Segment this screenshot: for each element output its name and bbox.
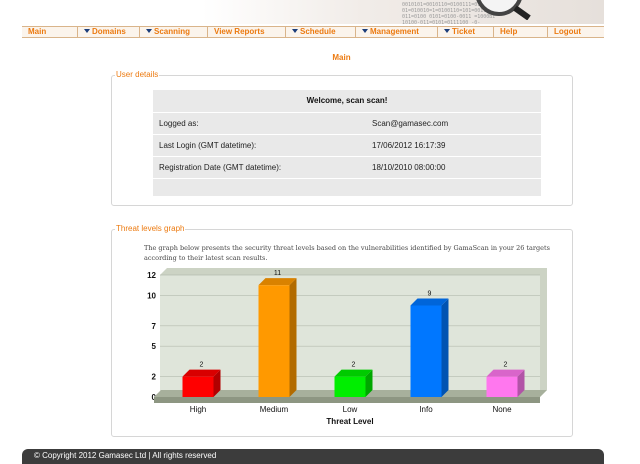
last-login-value: 17/06/2012 16:17:39	[372, 141, 446, 150]
y-tick-label: 2	[152, 373, 157, 382]
user-details-legend: User details	[115, 70, 160, 79]
nav-label: Scanning	[154, 27, 191, 36]
registration-date-value: 18/10/2010 08:00:00	[372, 163, 446, 172]
bar-side	[289, 278, 297, 397]
table-row: Last Login (GMT datetime): 17/06/2012 16…	[153, 134, 541, 156]
x-tick-label: Info	[419, 405, 433, 414]
nav-label: View Reports	[214, 27, 265, 36]
x-axis-title: Threat Level	[326, 417, 373, 426]
footer: © Copyright 2012 Gamasec Ltd | All right…	[22, 449, 604, 464]
threat-level-chart: 025710122High11Medium2Low9Info2NoneThrea…	[147, 268, 547, 426]
bar-value-label: 11	[274, 270, 281, 277]
nav-view-reports[interactable]: View Reports	[208, 27, 286, 37]
registration-date-label: Registration Date (GMT datetime):	[159, 163, 282, 172]
dropdown-arrow-icon	[146, 29, 152, 33]
header-banner: 0010101=0010110=0100111=0101-001 01=01001…	[22, 0, 604, 26]
x-tick-label: Low	[343, 405, 358, 414]
nav-label: Main	[28, 27, 47, 36]
bar	[486, 376, 518, 397]
bar	[258, 285, 290, 397]
user-details-table: Welcome, scan scan! Logged as: Scan@gama…	[153, 90, 541, 196]
dropdown-arrow-icon	[444, 29, 450, 33]
nav-main[interactable]: Main	[22, 27, 78, 37]
y-tick-label: 7	[152, 322, 157, 331]
page-title: Main	[332, 53, 351, 62]
magnifier-icon	[476, 0, 531, 20]
welcome-message: Welcome, scan scan!	[306, 96, 388, 105]
nav-label: Domains	[92, 27, 126, 36]
last-login-label: Last Login (GMT datetime):	[159, 141, 257, 150]
dropdown-arrow-icon	[292, 29, 298, 33]
nav-label: Schedule	[300, 27, 336, 36]
nav-label: Help	[500, 27, 518, 36]
nav-ticket[interactable]: Ticket	[438, 27, 494, 37]
nav-management[interactable]: Management	[356, 27, 438, 37]
bar-value-label: 2	[352, 362, 356, 369]
bar-value-label: 9	[428, 291, 432, 298]
nav-label: Ticket	[452, 27, 475, 36]
logged-as-value: Scan@gamasec.com	[372, 119, 449, 128]
table-row: Logged as: Scan@gamasec.com	[153, 112, 541, 134]
x-tick-label: None	[492, 405, 512, 414]
y-tick-label: 10	[147, 291, 156, 300]
chart-base	[154, 397, 540, 403]
dropdown-arrow-icon	[362, 29, 368, 33]
bar	[182, 376, 214, 397]
nav-logout[interactable]: Logout	[548, 27, 604, 37]
x-tick-label: High	[190, 405, 206, 414]
bar	[334, 376, 366, 397]
nav-help[interactable]: Help	[494, 27, 548, 37]
nav-domains[interactable]: Domains	[78, 27, 140, 37]
y-tick-label: 12	[147, 271, 156, 280]
nav-scanning[interactable]: Scanning	[140, 27, 208, 37]
dropdown-arrow-icon	[84, 29, 90, 33]
table-row-empty	[153, 178, 541, 200]
bar	[410, 305, 442, 397]
bar-value-label: 2	[200, 362, 204, 369]
logged-as-label: Logged as:	[159, 119, 199, 128]
nav-schedule[interactable]: Schedule	[286, 27, 356, 37]
nav-label: Logout	[554, 27, 582, 36]
threat-levels-panel: Threat levels graph The graph below pres…	[111, 224, 573, 437]
table-row: Registration Date (GMT datetime): 18/10/…	[153, 156, 541, 178]
y-tick-label: 5	[152, 342, 157, 351]
user-details-panel: User details Welcome, scan scan! Logged …	[111, 70, 573, 206]
x-tick-label: Medium	[260, 405, 289, 414]
bar-value-label: 2	[504, 362, 508, 369]
main-nav: Main Domains Scanning View Reports Schedule M…	[22, 26, 604, 38]
nav-label: Management	[370, 27, 419, 36]
bar-side	[441, 298, 449, 397]
